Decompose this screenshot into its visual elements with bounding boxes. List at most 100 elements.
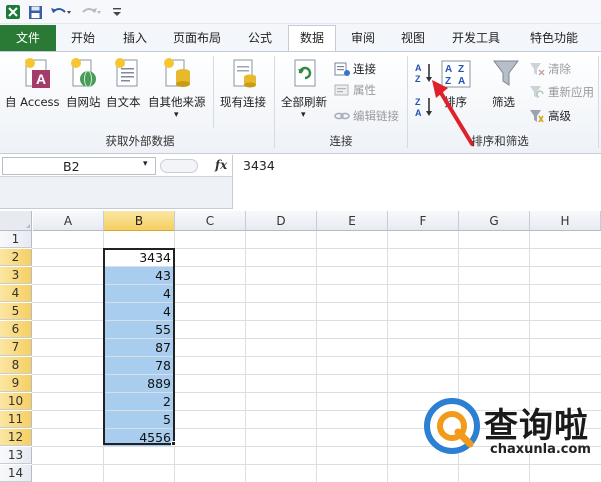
tab-page-layout[interactable]: 页面布局	[164, 26, 230, 51]
reapply-button: 重新应用	[529, 83, 594, 101]
advanced-filter-button[interactable]: 高级	[529, 107, 571, 125]
refresh-all-button[interactable]: 全部刷新	[281, 94, 327, 110]
connections-button[interactable]: 连接	[334, 60, 376, 78]
ribbon-tabs: 文件 开始 插入 页面布局 公式 数据 审阅 视图 开发工具 特色功能	[0, 24, 601, 51]
tab-review[interactable]: 审阅	[340, 26, 386, 51]
tab-developer[interactable]: 开发工具	[442, 26, 510, 51]
properties-button: 属性	[334, 81, 376, 99]
refresh-dropdown-icon[interactable]: ▾	[301, 110, 306, 120]
ribbon-data: A 自 Access 自网站 自文本 自其他来源 ▾ 现有连接 获取外部数据 全…	[0, 51, 601, 154]
edit-links-button: 编辑链接	[334, 107, 399, 125]
fill-handle[interactable]	[171, 441, 176, 446]
watermark-logo	[424, 398, 480, 454]
tab-home[interactable]: 开始	[60, 26, 106, 51]
tab-insert[interactable]: 插入	[112, 26, 158, 51]
tab-formulas[interactable]: 公式	[236, 26, 284, 51]
svg-text:A: A	[445, 64, 452, 75]
refresh-all-icon	[292, 58, 322, 93]
text-file-icon	[114, 58, 142, 93]
tab-data[interactable]: 数据	[288, 25, 336, 51]
row-header-14[interactable]: 14	[0, 465, 32, 482]
edit-links-icon	[334, 108, 350, 124]
other-sources-dropdown-icon[interactable]: ▾	[174, 110, 179, 120]
existing-connections-icon	[231, 58, 259, 93]
row-header-10[interactable]: 10	[0, 393, 32, 410]
column-header-h[interactable]: H	[530, 211, 601, 231]
ribbon-separator	[598, 56, 599, 148]
save-icon[interactable]	[26, 3, 44, 21]
from-text-button[interactable]: 自文本	[106, 94, 141, 110]
column-header-d[interactable]: D	[246, 211, 317, 231]
clear-filter-icon	[529, 61, 545, 77]
undo-icon[interactable]	[48, 3, 74, 21]
column-header-e[interactable]: E	[317, 211, 388, 231]
row-header-7[interactable]: 7	[0, 339, 32, 356]
selection-border	[103, 248, 175, 445]
group-label-sort-filter: 排序和筛选	[471, 134, 529, 148]
reapply-icon	[529, 84, 545, 100]
connections-icon	[334, 61, 350, 77]
svg-text:Z: Z	[415, 97, 421, 107]
column-header-f[interactable]: F	[388, 211, 459, 231]
name-box-value: B2	[63, 159, 80, 174]
from-other-sources-button[interactable]: 自其他来源	[148, 94, 206, 110]
row-header-6[interactable]: 6	[0, 321, 32, 338]
formula-value: 3434	[243, 158, 275, 173]
svg-text:A: A	[415, 63, 422, 73]
column-header-a[interactable]: A	[33, 211, 104, 231]
row-header-4[interactable]: 4	[0, 285, 32, 302]
select-all-corner[interactable]	[0, 211, 32, 231]
row-header-1[interactable]: 1	[0, 231, 32, 248]
reapply-label: 重新应用	[548, 85, 594, 99]
clear-filter-label: 清除	[548, 62, 571, 76]
row-header-3[interactable]: 3	[0, 267, 32, 284]
tab-view[interactable]: 视图	[390, 26, 436, 51]
row-header-13[interactable]: 13	[0, 447, 32, 464]
from-access-button[interactable]: 自 Access	[5, 94, 60, 110]
group-label-connections: 连接	[329, 134, 353, 148]
redo-icon	[78, 3, 104, 21]
row-header-12[interactable]: 12	[0, 429, 32, 446]
filter-funnel-icon	[492, 58, 520, 93]
watermark-brand: 查询啦	[484, 406, 589, 446]
row-header-2[interactable]: 2	[0, 249, 32, 266]
name-box[interactable]: B2 ▾	[2, 157, 156, 175]
name-box-dropdown-icon[interactable]: ▾	[143, 159, 148, 169]
quick-access-toolbar	[0, 0, 601, 24]
customize-qat-icon[interactable]	[110, 3, 124, 21]
properties-label: 属性	[353, 83, 376, 97]
ribbon-separator	[213, 56, 214, 128]
column-header-c[interactable]: C	[175, 211, 246, 231]
svg-text:A: A	[415, 108, 422, 118]
web-globe-icon	[70, 58, 98, 93]
svg-text:Z: Z	[415, 74, 421, 84]
excel-app-icon[interactable]	[4, 3, 22, 21]
ribbon-separator	[274, 56, 275, 148]
fx-icon[interactable]: fx	[215, 158, 227, 172]
advanced-filter-label: 高级	[548, 109, 571, 123]
svg-text:Z: Z	[458, 64, 464, 75]
formula-input[interactable]: 3434	[232, 155, 601, 209]
column-header-b[interactable]: B	[104, 211, 175, 231]
formula-bar-splitter[interactable]	[160, 159, 198, 173]
from-web-button[interactable]: 自网站	[66, 94, 101, 110]
row-header-9[interactable]: 9	[0, 375, 32, 392]
column-header-g[interactable]: G	[459, 211, 530, 231]
access-db-icon: A	[22, 58, 52, 93]
grid-line	[32, 464, 601, 465]
watermark: 查询啦 chaxunla.com	[424, 396, 596, 462]
ribbon-separator	[407, 56, 408, 148]
group-label-external-data: 获取外部数据	[105, 134, 175, 148]
existing-connections-button[interactable]: 现有连接	[220, 94, 266, 110]
advanced-filter-icon	[529, 108, 545, 124]
clear-filter-button: 清除	[529, 60, 571, 78]
row-header-8[interactable]: 8	[0, 357, 32, 374]
filter-button[interactable]: 筛选	[492, 94, 515, 110]
svg-text:A: A	[36, 71, 46, 87]
tab-file[interactable]: 文件	[0, 25, 56, 51]
tab-special[interactable]: 特色功能	[518, 26, 590, 51]
row-header-11[interactable]: 11	[0, 411, 32, 428]
row-header-5[interactable]: 5	[0, 303, 32, 320]
watermark-url: chaxunla.com	[490, 442, 591, 457]
other-sources-icon	[163, 58, 193, 93]
